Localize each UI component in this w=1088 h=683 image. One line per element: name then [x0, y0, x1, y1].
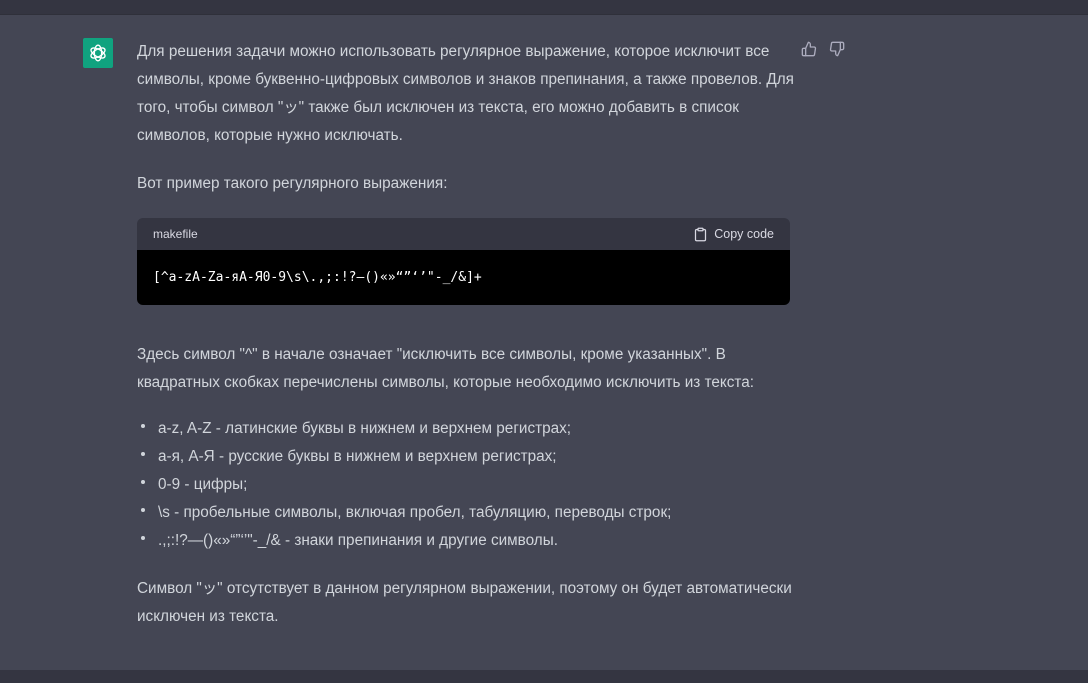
list-item: 0-9 - цифры;	[137, 471, 797, 499]
assistant-message: Для решения задачи можно использовать ре…	[137, 38, 797, 631]
bullet	[141, 508, 145, 512]
list-item: a-z, A-Z - латинские буквы в нижнем и ве…	[137, 415, 797, 443]
copy-code-button[interactable]: Copy code	[693, 220, 774, 248]
list-item-text: \s - пробельные символы, включая пробел,…	[158, 504, 672, 521]
code-content: [^a-zA-Zа-яА-Я0-9\s\.,;:!?—()«»“”‘’"-_/&…	[137, 250, 790, 305]
top-divider	[0, 0, 1088, 15]
bullet	[141, 424, 145, 428]
bullet	[141, 536, 145, 540]
code-header: makefile Copy code	[137, 218, 790, 250]
thumbs-down-icon	[829, 41, 845, 57]
code-text: [^a-zA-Zа-яА-Я0-9\s\.,;:!?—()«»“”‘’"-_/&…	[153, 269, 482, 285]
list-item-text: a-z, A-Z - латинские буквы в нижнем и ве…	[158, 420, 572, 437]
list-item-text: .,;:!?—()«»“”‘’"-_/& - знаки препинания …	[158, 532, 558, 549]
message-paragraph-2: Вот пример такого регулярного выражения:	[137, 175, 448, 192]
copy-code-label: Copy code	[714, 227, 774, 241]
list-item-text: а-я, А-Я - русские буквы в нижнем и верх…	[158, 448, 557, 465]
thumbs-up-button[interactable]	[800, 40, 818, 58]
assistant-avatar	[83, 38, 113, 68]
bullet	[141, 480, 145, 484]
clipboard-icon	[695, 227, 707, 241]
message-paragraph-4: Символ "ッ" отсутствует в данном регулярн…	[137, 580, 792, 625]
code-block: makefile Copy code [^a-zA-Zа-яА-Я0-9\s\.…	[137, 218, 790, 305]
thumbs-up-icon	[801, 41, 817, 57]
feedback-buttons	[800, 40, 846, 58]
list-item-text: 0-9 - цифры;	[158, 476, 248, 493]
message-paragraph-1: Для решения задачи можно использовать ре…	[137, 43, 794, 144]
code-language-label: makefile	[153, 227, 198, 241]
list-item: а-я, А-Я - русские буквы в нижнем и верх…	[137, 443, 797, 471]
character-class-list: a-z, A-Z - латинские буквы в нижнем и ве…	[137, 415, 797, 555]
openai-logo-icon	[90, 44, 106, 62]
list-item: .,;:!?—()«»“”‘’"-_/& - знаки препинания …	[137, 527, 797, 555]
bullet	[141, 452, 145, 456]
message-paragraph-3: Здесь символ "^" в начале означает "искл…	[137, 346, 755, 391]
list-item: \s - пробельные символы, включая пробел,…	[137, 499, 797, 527]
thumbs-down-button[interactable]	[828, 40, 846, 58]
bottom-divider	[0, 670, 1088, 683]
